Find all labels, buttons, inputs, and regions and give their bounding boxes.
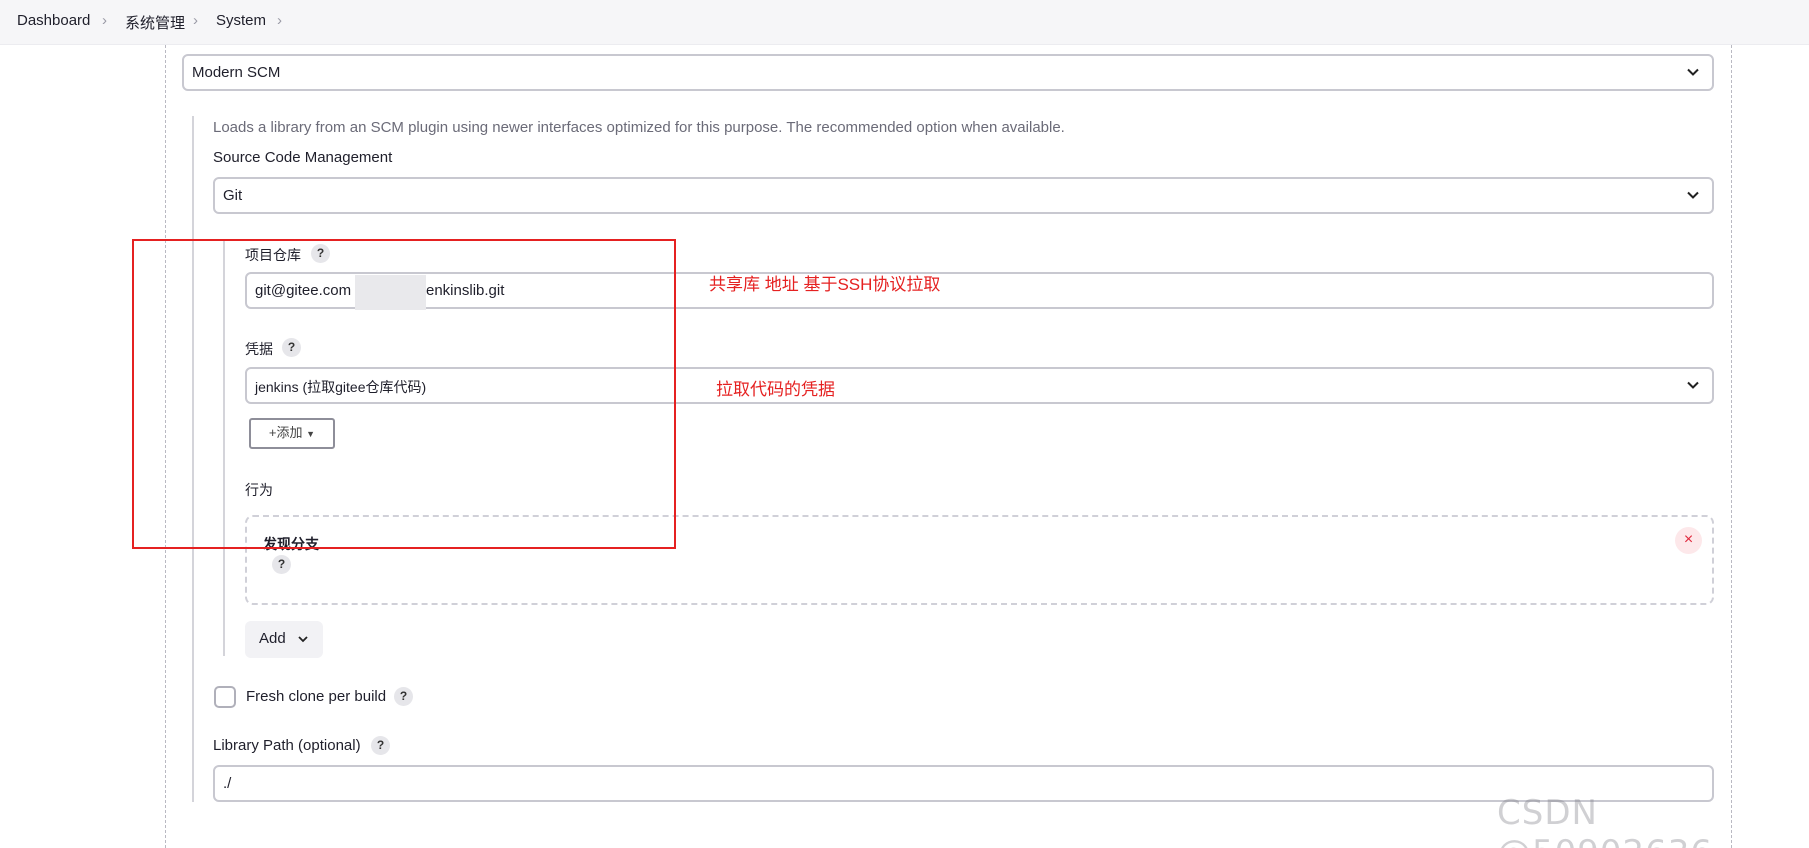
annotation-highlight-box (132, 239, 676, 549)
retrieval-method-select[interactable]: Modern SCM (182, 54, 1714, 91)
scm-label: Source Code Management (213, 149, 393, 166)
chevron-right-icon: › (102, 12, 107, 29)
repository-annotation: 共享库 地址 基于SSH协议拉取 (709, 275, 941, 294)
breadcrumb-system-management[interactable]: 系统管理 (125, 12, 185, 33)
breadcrumb-dashboard[interactable]: Dashboard (17, 12, 90, 29)
library-path-label: Library Path (optional) (213, 737, 361, 754)
chevron-down-icon (298, 636, 308, 643)
chevron-down-icon (1687, 191, 1699, 199)
breadcrumb-system[interactable]: System (216, 12, 266, 29)
scm-value: Git (223, 187, 243, 204)
remove-behavior-button[interactable]: × (1675, 527, 1702, 554)
library-path-value: ./ (223, 775, 232, 792)
fresh-clone-label: Fresh clone per build (246, 688, 387, 705)
scm-select[interactable]: Git (213, 177, 1714, 214)
add-behavior-label: Add (259, 630, 286, 647)
retrieval-method-value: Modern SCM (192, 64, 281, 81)
chevron-right-icon: › (193, 12, 198, 29)
chevron-down-icon (1687, 68, 1699, 76)
add-behavior-button[interactable]: Add (245, 621, 323, 658)
help-icon[interactable]: ? (371, 736, 390, 755)
chevron-right-icon: › (277, 12, 282, 29)
fresh-clone-checkbox[interactable] (214, 686, 236, 708)
library-path-field[interactable]: ./ (213, 765, 1714, 802)
watermark: CSDN @50902636 (1497, 793, 1712, 848)
credentials-annotation: 拉取代码的凭据 (716, 380, 835, 399)
retrieval-description: Loads a library from an SCM plugin using… (213, 119, 1065, 136)
help-icon[interactable]: ? (394, 687, 413, 706)
breadcrumb: Dashboard › 系统管理 › System › (0, 0, 1809, 45)
help-icon[interactable]: ? (272, 555, 291, 574)
chevron-down-icon (1687, 381, 1699, 389)
